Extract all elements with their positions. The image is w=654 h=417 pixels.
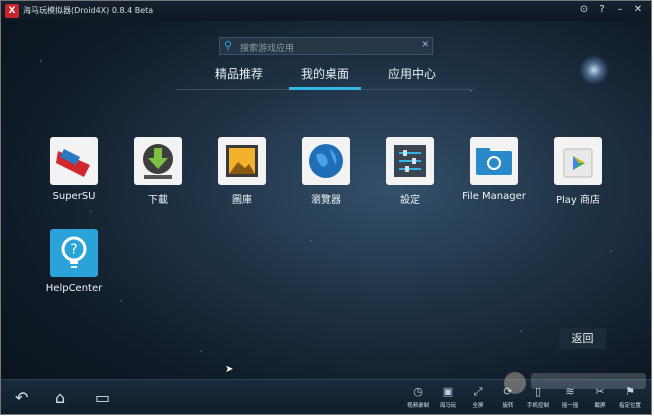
window-title: 海马玩模拟器(Droid4X) 0.8.4 Beta	[23, 6, 154, 15]
help-icon[interactable]: ?	[595, 3, 609, 17]
gallery-icon	[218, 137, 266, 185]
search-placeholder: 搜索游戏应用	[240, 44, 295, 54]
tool-record[interactable]: ◷ 视频录制	[403, 385, 433, 409]
tool-label: 摇一摇	[561, 403, 579, 409]
tool-label: 旋转	[502, 403, 514, 409]
galaxy-decoration	[579, 55, 609, 85]
app-label: File Manager	[462, 191, 526, 202]
help-bulb-icon: ?	[50, 229, 98, 277]
settings-icon	[386, 137, 434, 185]
app-browser[interactable]: 瀏覽器	[291, 137, 361, 206]
app-label: Play 商店	[555, 195, 601, 206]
tab-bar: 精品推荐 我的桌面 应用中心	[175, 61, 475, 90]
recent-apps-icon[interactable]: ▭	[95, 388, 110, 407]
clear-icon[interactable]: ✕	[421, 40, 429, 50]
mouse-cursor-icon: ➤	[225, 364, 234, 375]
app-file-manager[interactable]: File Manager	[459, 137, 529, 202]
close-icon[interactable]: ✕	[631, 3, 645, 17]
home-nav-icon[interactable]: ⌂	[55, 388, 65, 407]
app-label: 瀏覽器	[311, 195, 341, 206]
haima-icon: ▣	[442, 385, 454, 398]
app-play-store[interactable]: Play 商店	[543, 137, 613, 206]
back-button[interactable]: 返回	[559, 328, 606, 349]
app-supersu[interactable]: SuperSU	[39, 137, 109, 202]
app-download[interactable]: 下載	[123, 137, 193, 206]
app-settings[interactable]: 設定	[375, 137, 445, 206]
tool-label: 视频录制	[406, 403, 429, 409]
tool-haima[interactable]: ▣ 海马玩	[433, 385, 463, 409]
search-input[interactable]: ⚲ 搜索游戏应用 ✕	[219, 37, 433, 55]
globe-icon	[302, 137, 350, 185]
emulator-window: X 海马玩模拟器(Droid4X) 0.8.4 Beta ⊙ ? – ✕ ⚲ 搜…	[0, 0, 652, 415]
download-icon	[134, 137, 182, 185]
play-store-icon	[554, 137, 602, 185]
watermark-logo	[504, 372, 646, 394]
minimize-icon[interactable]: –	[613, 3, 627, 17]
folder-icon	[470, 137, 518, 185]
app-label: 圖庫	[232, 195, 252, 206]
tool-label: 截屏	[594, 403, 606, 409]
tool-label: 手机控制	[526, 403, 549, 409]
app-helpcenter[interactable]: ? HelpCenter	[39, 229, 109, 294]
tool-label: 指定位置	[618, 403, 641, 409]
app-logo-icon: X	[5, 4, 19, 18]
tab-app-center[interactable]: 应用中心	[388, 65, 436, 82]
back-nav-icon[interactable]: ↶	[15, 388, 28, 407]
tab-featured[interactable]: 精品推荐	[215, 65, 263, 82]
svg-text:?: ?	[70, 242, 77, 258]
app-gallery[interactable]: 圖庫	[207, 137, 277, 206]
title-bar: X 海马玩模拟器(Droid4X) 0.8.4 Beta ⊙ ? – ✕	[1, 1, 651, 21]
app-label: SuperSU	[52, 191, 96, 202]
app-label: HelpCenter	[45, 283, 103, 294]
tool-label: 全屏	[472, 403, 484, 409]
tool-fullscreen[interactable]: ⤢ 全屏	[463, 385, 493, 409]
search-icon: ⚲	[224, 39, 233, 52]
record-icon: ◷	[413, 385, 423, 398]
app-label: 下載	[148, 195, 168, 206]
tool-label: 海马玩	[439, 403, 457, 409]
target-icon[interactable]: ⊙	[577, 3, 591, 17]
supersu-icon	[50, 137, 98, 185]
fullscreen-icon: ⤢	[473, 385, 483, 398]
app-label: 設定	[400, 195, 420, 206]
tab-my-desktop[interactable]: 我的桌面	[288, 65, 362, 90]
